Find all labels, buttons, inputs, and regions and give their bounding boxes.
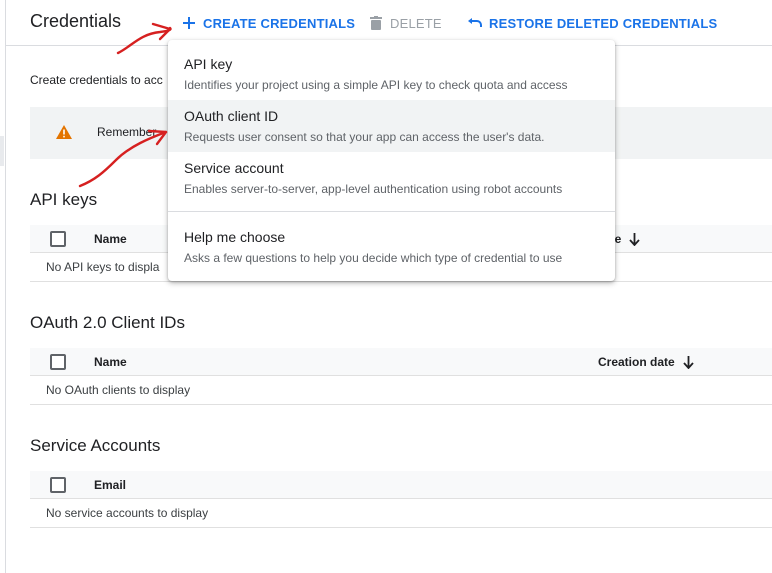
oauth-empty-row: No OAuth clients to display <box>30 376 772 405</box>
oauth-table-header: Name Creation date <box>30 348 772 376</box>
create-credentials-label: CREATE CREDENTIALS <box>203 15 356 31</box>
column-email[interactable]: Email <box>94 478 126 492</box>
menu-item-label: Help me choose <box>184 229 286 245</box>
menu-item-help-me-choose[interactable]: Help me choose Asks a few questions to h… <box>168 221 615 273</box>
menu-item-label: OAuth client ID <box>184 108 279 124</box>
arrow-down-icon <box>683 355 694 369</box>
create-credentials-menu: API key Identifies your project using a … <box>168 40 615 281</box>
delete-label: DELETE <box>390 15 442 31</box>
page-title: Credentials <box>30 11 122 31</box>
restore-deleted-credentials-button[interactable]: RESTORE DELETED CREDENTIALS <box>467 14 717 32</box>
column-creation-date[interactable]: Creation date <box>598 355 694 369</box>
create-credentials-button[interactable]: CREATE CREDENTIALS <box>181 14 355 32</box>
delete-button[interactable]: DELETE <box>368 14 442 32</box>
column-creation-date-label: Creation date <box>598 355 675 369</box>
menu-item-service-account[interactable]: Service account Enables server-to-server… <box>168 152 615 204</box>
api-keys-empty-text: No API keys to displa <box>46 260 160 274</box>
restore-deleted-label: RESTORE DELETED CREDENTIALS <box>489 15 718 31</box>
menu-item-description: Requests user consent so that your app c… <box>184 130 545 144</box>
menu-item-description: Identifies your project using a simple A… <box>184 78 568 92</box>
select-all-oauth-checkbox[interactable] <box>50 354 66 370</box>
service-accounts-empty-text: No service accounts to display <box>46 506 209 520</box>
menu-item-oauth-client-id[interactable]: OAuth client ID Requests user consent so… <box>168 100 615 152</box>
menu-item-label: API key <box>184 56 233 72</box>
left-rail <box>0 0 6 573</box>
menu-divider <box>168 211 615 212</box>
service-accounts-empty-row: No service accounts to display <box>30 499 772 528</box>
select-all-service-accounts-checkbox[interactable] <box>50 477 66 493</box>
column-name[interactable]: Name <box>94 355 127 369</box>
oauth-title: OAuth 2.0 Client IDs <box>30 313 185 332</box>
menu-item-api-key[interactable]: API key Identifies your project using a … <box>168 48 615 100</box>
plus-icon <box>181 15 197 31</box>
column-name[interactable]: Name <box>94 232 127 246</box>
undo-icon <box>467 15 483 31</box>
intro-text: Create credentials to acc <box>30 73 163 87</box>
arrow-down-icon <box>629 232 641 246</box>
oauth-empty-text: No OAuth clients to display <box>46 383 191 397</box>
menu-item-label: Service account <box>184 160 284 176</box>
api-keys-title: API keys <box>30 190 98 209</box>
service-accounts-table-header: Email <box>30 471 772 499</box>
select-all-api-keys-checkbox[interactable] <box>50 231 66 247</box>
warning-icon <box>56 125 72 144</box>
menu-item-description: Asks a few questions to help you decide … <box>184 251 563 265</box>
service-accounts-title: Service Accounts <box>30 436 161 455</box>
left-rail-marker <box>0 136 4 166</box>
menu-item-description: Enables server-to-server, app-level auth… <box>184 182 563 196</box>
trash-icon <box>368 15 384 31</box>
banner-text: Remember <box>97 125 157 139</box>
